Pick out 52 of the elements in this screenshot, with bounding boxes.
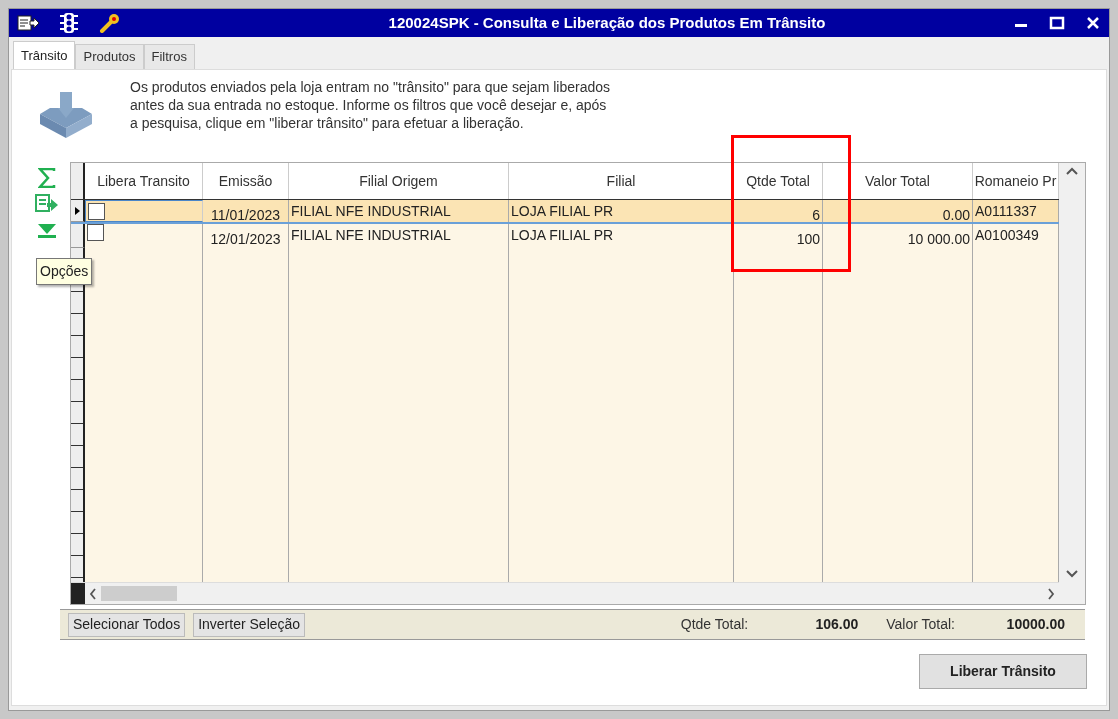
table-cell: 6 [734,200,823,222]
footer-button[interactable]: Inverter Seleção [193,612,306,637]
column-header[interactable]: Qtde Total [734,163,823,199]
column-header[interactable]: Valor Total [823,163,973,199]
grid-corner [71,583,85,604]
checkbox[interactable] [88,202,105,220]
tooltip: Opções [36,258,93,285]
table-cell: FILIAL NFE INDUSTRIAL [289,224,509,248]
corner-cell [71,163,85,199]
table-cell: 10 000.00 [823,224,973,248]
table-cell: LOJA FILIAL PR [509,200,734,222]
column-header[interactable]: Filial [509,163,734,199]
maximize-icon[interactable] [1049,15,1065,31]
footer-button[interactable]: Selecionar Todos [68,612,186,637]
download-tray-icon [38,92,94,138]
row-header-cell[interactable] [71,224,85,248]
total-value: 10000.00 [1005,615,1066,634]
close-icon[interactable] [1085,15,1101,31]
scroll-left-icon[interactable] [89,587,97,600]
table-cell: 11/01/2023 [203,200,289,222]
table-cell: 100 [734,224,823,248]
down-arrow-icon[interactable] [36,222,58,240]
scroll-down-icon[interactable] [1066,570,1078,578]
wrench-icon[interactable] [99,13,121,33]
release-button[interactable]: Liberar Trânsito [919,654,1087,689]
total-label: Qtde Total: [680,615,749,634]
scrollbar-thumb[interactable] [101,586,177,601]
info-text: Os produtos enviados pela loja entram no "trânsito" para que sejam liberados antes da sua entrada no estoque. Informe os filtros que você desejar e, após a pesquisa, clique em "liberar trânsito" para efetuar a liberação. [130,78,610,132]
row-header-cell[interactable] [71,200,85,222]
table-cell: 12/01/2023 [203,224,289,248]
total-label: Valor Total: [886,615,955,634]
tab[interactable]: Trânsito [13,41,76,69]
export-icon[interactable] [17,14,39,32]
tab[interactable]: Produtos [75,44,144,69]
sum-icon[interactable] [38,168,56,188]
table-cell: 0.00 [823,200,973,222]
checkbox[interactable] [87,224,104,241]
table-row[interactable]: 12/01/2023 FILIAL NFE INDUSTRIAL LOJA FILIAL PR 100 10 000.00 A0100349 [71,224,1059,248]
tab[interactable]: Filtros [143,44,195,69]
column-header[interactable]: Libera Transito [85,163,203,199]
total-value: 106.00 [814,615,860,634]
scroll-right-icon[interactable] [1047,587,1055,600]
vertical-scrollbar[interactable] [1059,163,1085,604]
window-title: 120024SPK - Consulta e Liberação dos Produtos Em Trânsito [387,12,827,33]
row-pointer-icon [75,206,80,215]
column-header[interactable]: Emissão [203,163,289,199]
table-cell: LOJA FILIAL PR [509,224,734,248]
table-cell: FILIAL NFE INDUSTRIAL [289,200,509,222]
table-row[interactable]: 11/01/2023 FILIAL NFE INDUSTRIAL LOJA FILIAL PR 6 0.00 A0111337 [71,200,1059,224]
column-header[interactable]: Filial Origem [289,163,509,199]
scroll-up-icon[interactable] [1066,167,1078,175]
traffic-light-icon[interactable] [59,12,79,34]
